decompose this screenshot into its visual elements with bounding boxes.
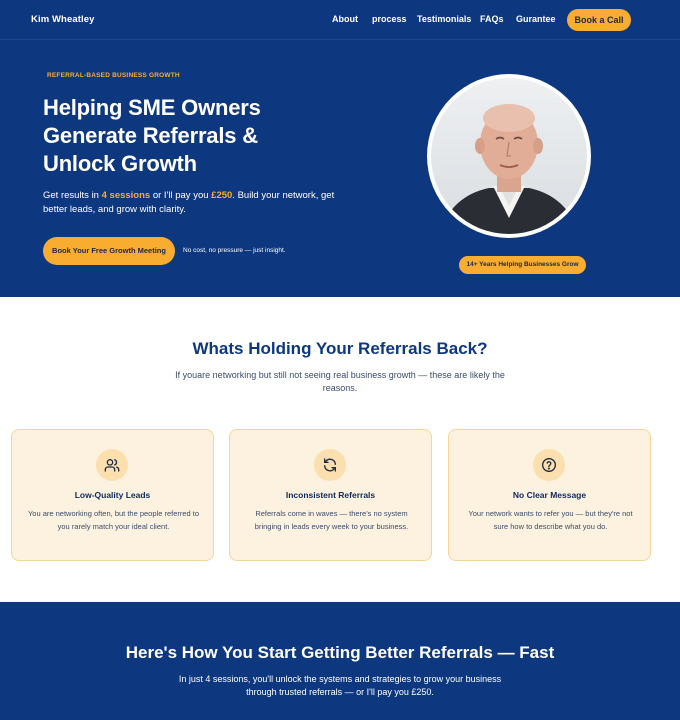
nav-link-guarantee[interactable]: Gurantee — [516, 14, 556, 24]
hero-text-part-a: Get results in — [43, 190, 102, 201]
card-title: Inconsistent Referrals — [285, 490, 376, 500]
problems-title: Whats Holding Your Referrals Back? — [192, 339, 488, 358]
card-title: Low-Quality Leads — [74, 490, 151, 500]
hero-text-part-b: or I'll pay you — [150, 190, 212, 201]
hero-amount-highlight: £250 — [211, 190, 233, 201]
hero-description: Get results in 4 sessions or I'll pay yo… — [43, 189, 343, 217]
problem-card-low-quality-leads: Low-Quality Leads You are networking oft… — [11, 429, 214, 561]
card-text: Your network wants to refer you — but th… — [468, 509, 633, 531]
refresh-icon — [314, 449, 346, 481]
question-icon — [533, 449, 565, 481]
profile-photo-frame — [427, 74, 591, 238]
problem-card-inconsistent-referrals: Inconsistent Referrals Referrals come in… — [229, 429, 432, 561]
steps-title: Here's How You Start Getting Better Refe… — [125, 643, 555, 662]
hero-title: Helping SME Owners Generate Referrals & … — [43, 94, 373, 178]
problems-section: Whats Holding Your Referrals Back? If yo… — [0, 297, 680, 602]
steps-subtitle: In just 4 sessions, you'll unlock the sy… — [178, 674, 502, 697]
experience-badge: 14+ Years Helping Businesses Grow — [459, 256, 586, 274]
card-title: No Clear Message — [512, 490, 587, 500]
brand-name[interactable]: Kim Wheatley — [31, 14, 95, 25]
hero-eyebrow: REFERRAL-BASED BUSINESS GROWTH — [47, 72, 180, 79]
profile-photo — [431, 78, 587, 234]
problem-card-no-clear-message: No Clear Message Your network wants to r… — [448, 429, 651, 561]
nav-link-faqs[interactable]: FAQs — [480, 14, 504, 24]
card-text: You are networking often, but the people… — [27, 509, 200, 531]
card-text: Referrals come in waves — there's no sys… — [254, 509, 409, 531]
top-nav: Kim Wheatley About process Testimonials … — [0, 0, 680, 40]
problems-subtitle: If youare networking but still not seein… — [175, 370, 505, 393]
steps-section: Here's How You Start Getting Better Refe… — [0, 602, 680, 720]
hero-cta-note: No cost, no pressure — just insight. — [183, 247, 286, 254]
hero-title-line-3: Unlock Growth — [43, 151, 197, 176]
hero-title-line-1: Helping SME Owners — [43, 95, 261, 120]
book-call-button[interactable]: Book a Call — [567, 9, 631, 31]
hero-section: REFERRAL-BASED BUSINESS GROWTH Helping S… — [0, 40, 680, 297]
users-icon — [96, 449, 128, 481]
hero-sessions-highlight: 4 sessions — [101, 190, 151, 201]
nav-link-about[interactable]: About — [332, 14, 358, 24]
nav-link-testimonials[interactable]: Testimonials — [417, 14, 471, 24]
book-growth-meeting-button[interactable]: Book Your Free Growth Meeting — [43, 237, 175, 265]
nav-link-process[interactable]: process — [372, 14, 407, 24]
hero-title-line-2: Generate Referrals & — [43, 123, 258, 148]
